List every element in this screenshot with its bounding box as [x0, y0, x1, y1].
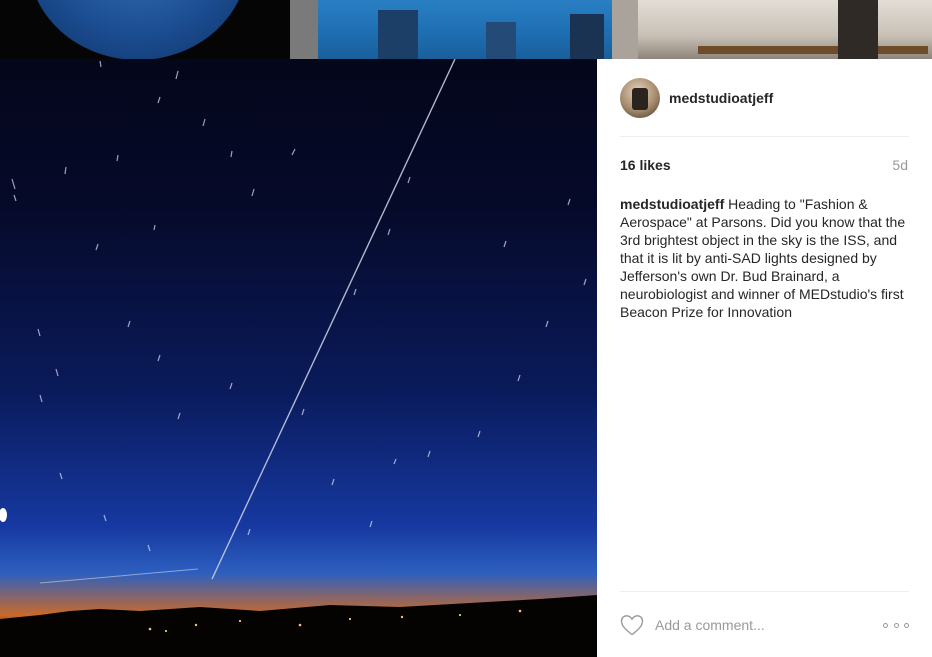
horizon-silhouette	[0, 595, 597, 657]
star-trails	[11, 60, 587, 552]
post-caption: medstudioatjeff Heading to "Fashion & Ae…	[620, 195, 909, 321]
more-options-icon[interactable]	[883, 618, 909, 632]
thumbnail-office[interactable]	[612, 0, 932, 59]
plane-trail	[39, 568, 199, 584]
bright-light	[0, 508, 7, 522]
thumbnail-city[interactable]	[290, 0, 612, 59]
post-header: medstudioatjeff	[620, 78, 909, 137]
comment-input[interactable]	[655, 614, 855, 636]
thumbnail-globe[interactable]	[0, 0, 290, 59]
night-sky-photo	[0, 59, 597, 657]
caption-text: Heading to "Fashion & Aerospace" at Pars…	[620, 196, 906, 320]
likes-count[interactable]: 16 likes	[620, 157, 671, 173]
office-image	[638, 0, 932, 59]
post-age[interactable]: 5d	[892, 157, 908, 173]
heart-icon[interactable]	[620, 614, 644, 636]
post-image	[0, 59, 597, 657]
post-details-panel: medstudioatjeff 16 likes 5d medstudioatj…	[597, 59, 932, 657]
background-thumbnail-strip	[0, 0, 932, 59]
iss-trail	[211, 59, 456, 580]
avatar[interactable]	[620, 78, 660, 118]
username-link[interactable]: medstudioatjeff	[669, 90, 773, 106]
divider	[620, 591, 909, 592]
caption-username-link[interactable]: medstudioatjeff	[620, 196, 724, 212]
city-image	[318, 0, 612, 59]
globe-image	[28, 0, 248, 59]
